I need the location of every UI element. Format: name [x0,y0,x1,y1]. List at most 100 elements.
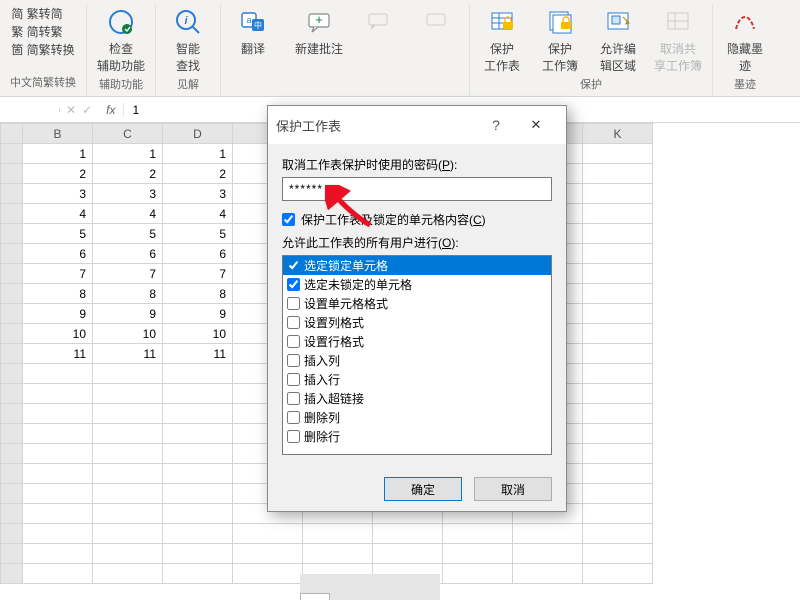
cell[interactable] [23,504,93,524]
password-input[interactable] [282,177,552,201]
row-header[interactable] [1,384,23,404]
cell[interactable] [513,564,583,584]
cell[interactable] [93,544,163,564]
permission-item[interactable]: 设置行格式 [283,332,551,351]
row-header[interactable] [1,424,23,444]
row-header[interactable] [1,444,23,464]
cell[interactable]: 10 [23,324,93,344]
cell[interactable] [583,564,653,584]
btn-new-comment[interactable]: + 新建批注 [295,6,343,57]
cell[interactable]: 1 [23,144,93,164]
row-header[interactable] [1,144,23,164]
cell[interactable] [23,404,93,424]
column-header[interactable] [1,124,23,144]
permission-item[interactable]: 插入行 [283,370,551,389]
btn-hide-ink[interactable]: 隐藏墨 迹 [723,6,767,74]
cell[interactable] [23,464,93,484]
cell[interactable] [163,424,233,444]
permission-item[interactable]: 设置列格式 [283,313,551,332]
cell[interactable] [443,564,513,584]
cell[interactable]: 10 [93,324,163,344]
cell[interactable] [93,524,163,544]
cell[interactable] [93,424,163,444]
cell[interactable]: 2 [23,164,93,184]
cell[interactable]: 11 [23,344,93,364]
cell[interactable] [583,224,653,244]
cell[interactable]: 6 [23,244,93,264]
column-header[interactable]: D [163,124,233,144]
cell[interactable]: 9 [93,304,163,324]
sheet-tab[interactable] [300,593,330,600]
cell[interactable]: 3 [163,184,233,204]
cell[interactable]: 2 [163,164,233,184]
cell[interactable] [163,444,233,464]
cell[interactable] [163,384,233,404]
cell[interactable] [583,144,653,164]
cell[interactable] [583,304,653,324]
cell[interactable]: 4 [93,204,163,224]
btn-protect-sheet[interactable]: 保护 工作表 [480,6,524,74]
cell[interactable] [233,564,303,584]
row-header[interactable] [1,284,23,304]
cell[interactable] [303,524,373,544]
ok-button[interactable]: 确定 [384,477,462,501]
row-header[interactable] [1,484,23,504]
cell[interactable] [23,444,93,464]
cell[interactable] [93,464,163,484]
cell[interactable] [23,424,93,444]
cell[interactable] [583,384,653,404]
cell[interactable]: 8 [93,284,163,304]
cell[interactable] [583,184,653,204]
cell[interactable] [23,564,93,584]
column-header[interactable]: K [583,124,653,144]
row-header[interactable] [1,464,23,484]
cell[interactable] [163,464,233,484]
cell[interactable] [583,324,653,344]
cell[interactable] [23,364,93,384]
cell[interactable]: 3 [93,184,163,204]
cell[interactable]: 5 [163,224,233,244]
cell[interactable] [583,504,653,524]
cell[interactable]: 4 [163,204,233,224]
cell[interactable] [93,384,163,404]
row-header[interactable] [1,164,23,184]
cell[interactable] [513,544,583,564]
cell[interactable] [583,484,653,504]
cell[interactable] [233,524,303,544]
row-header[interactable] [1,264,23,284]
dialog-titlebar[interactable]: 保护工作表 ? ✕ [268,106,566,144]
cell[interactable] [583,264,653,284]
cell[interactable] [373,544,443,564]
row-header[interactable] [1,544,23,564]
row-header[interactable] [1,344,23,364]
cell[interactable]: 9 [23,304,93,324]
close-button[interactable]: ✕ [514,112,558,138]
permission-item[interactable]: 插入超链接 [283,389,551,408]
cell[interactable] [23,384,93,404]
cell[interactable]: 6 [93,244,163,264]
cell[interactable]: 1 [163,144,233,164]
cell[interactable] [163,504,233,524]
cell[interactable] [163,484,233,504]
cell[interactable]: 10 [163,324,233,344]
cell[interactable]: 6 [163,244,233,264]
cell[interactable] [93,504,163,524]
cell[interactable] [583,524,653,544]
cell[interactable] [23,484,93,504]
btn-check-accessibility[interactable]: 检查 辅助功能 [97,6,145,74]
row-header[interactable] [1,204,23,224]
cell[interactable] [583,444,653,464]
cell[interactable] [583,244,653,264]
cell[interactable] [583,544,653,564]
cell[interactable]: 1 [93,144,163,164]
permission-item[interactable]: 删除行 [283,427,551,446]
cell[interactable]: 11 [163,344,233,364]
column-header[interactable]: B [23,124,93,144]
cell[interactable]: 5 [93,224,163,244]
cell[interactable] [513,524,583,544]
cell[interactable] [23,524,93,544]
row-header[interactable] [1,504,23,524]
cell[interactable] [93,404,163,424]
permission-item[interactable]: 删除列 [283,408,551,427]
permission-item[interactable]: 选定锁定单元格 [283,256,551,275]
